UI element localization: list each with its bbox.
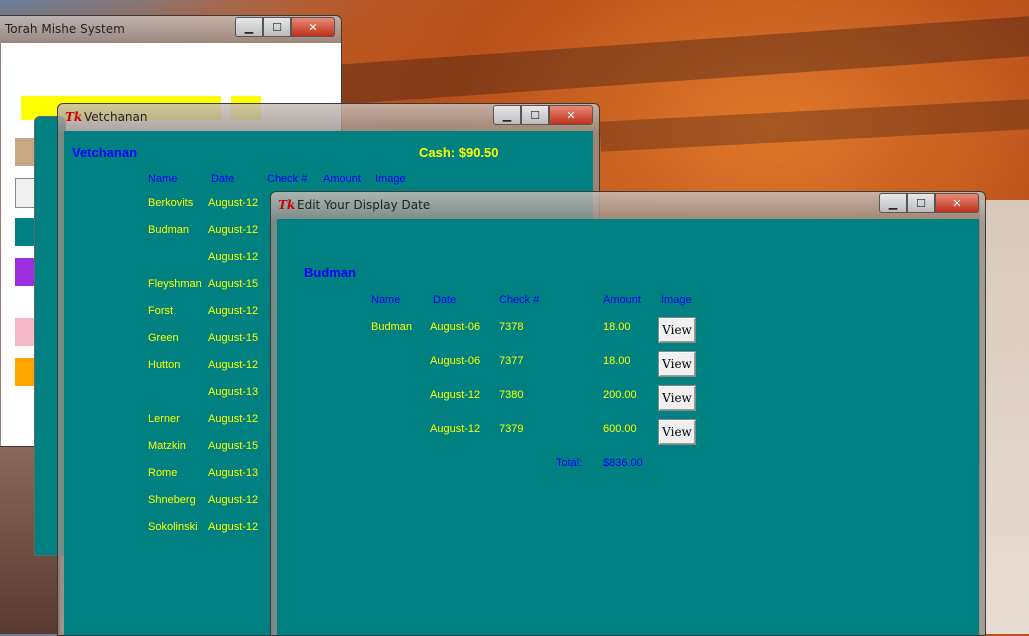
col-header-amount: Amount xyxy=(323,173,361,185)
row-date: August-12 xyxy=(208,521,259,533)
row-date: August-12 xyxy=(208,413,259,425)
maximize-button[interactable]: ☐ xyxy=(521,105,549,125)
row-amount: 600.00 xyxy=(603,423,637,435)
desktop-rock xyxy=(339,15,1029,105)
col-header-name: Name xyxy=(371,294,401,306)
row-date: August-13 xyxy=(208,386,259,398)
row-date: August-12 xyxy=(430,389,481,401)
row-check: 7377 xyxy=(499,355,524,367)
row-name[interactable]: Sokolinski xyxy=(148,521,198,533)
row-date: August-06 xyxy=(430,355,481,367)
col-header-check: Check # xyxy=(267,173,308,185)
maximize-button[interactable]: ☐ xyxy=(907,193,935,213)
row-name[interactable]: Hutton xyxy=(148,359,180,371)
col-header-image: Image xyxy=(375,173,406,185)
row-date: August-12 xyxy=(208,494,259,506)
total-label: Total: xyxy=(556,457,583,469)
desktop-sky xyxy=(980,200,1029,634)
row-date: August-06 xyxy=(430,321,481,333)
col-header-check: Check # xyxy=(499,294,540,306)
edit-window-title: Edit Your Display Date xyxy=(297,198,431,212)
row-name[interactable]: Forst xyxy=(148,305,173,317)
edit-panel: Budman Name Date Check # Amount Image Bu… xyxy=(277,219,979,635)
minimize-button[interactable]: ▁ xyxy=(235,17,263,37)
vetchanan-window-title: Vetchanan xyxy=(84,110,148,124)
edit-window-titlebar[interactable]: Tk Edit Your Display Date ▁ ☐ ✕ xyxy=(271,192,985,218)
row-name[interactable]: Budman xyxy=(148,224,189,236)
row-name[interactable]: Berkovits xyxy=(148,197,193,209)
close-button[interactable]: ✕ xyxy=(291,17,335,37)
row-name[interactable]: Rome xyxy=(148,467,177,479)
maximize-button[interactable]: ☐ xyxy=(263,17,291,37)
row-date: August-12 xyxy=(208,197,259,209)
row-date: August-15 xyxy=(208,278,259,290)
row-date: August-12 xyxy=(208,251,259,263)
row-date: August-12 xyxy=(208,224,259,236)
row-check: 7379 xyxy=(499,423,524,435)
cash-total: Cash: $90.50 xyxy=(419,145,499,160)
total-value: $836.00 xyxy=(603,457,643,469)
row-check: 7378 xyxy=(499,321,524,333)
row-date: August-15 xyxy=(208,440,259,452)
row-date: August-13 xyxy=(208,467,259,479)
vetchanan-window-titlebar[interactable]: Tk Vetchanan ▁ ☐ ✕ xyxy=(58,104,599,130)
row-check: 7380 xyxy=(499,389,524,401)
row-date: August-12 xyxy=(208,305,259,317)
row-date: August-12 xyxy=(208,359,259,371)
list-heading: Vetchanan xyxy=(72,145,138,160)
row-name[interactable]: Shneberg xyxy=(148,494,196,506)
row-amount: 18.00 xyxy=(603,321,631,333)
close-button[interactable]: ✕ xyxy=(935,193,979,213)
view-image-button[interactable]: View xyxy=(658,351,696,377)
member-heading: Budman xyxy=(304,265,356,280)
minimize-button[interactable]: ▁ xyxy=(879,193,907,213)
row-name[interactable]: Fleyshman xyxy=(148,278,202,290)
col-header-amount: Amount xyxy=(603,294,641,306)
col-header-date: Date xyxy=(433,294,457,306)
row-name[interactable]: Lerner xyxy=(148,413,180,425)
row-date: August-12 xyxy=(430,423,481,435)
row-name: Budman xyxy=(371,321,412,333)
main-window-title: Torah Mishe System xyxy=(5,22,125,36)
col-header-date: Date xyxy=(211,173,235,185)
tk-app-icon: Tk xyxy=(278,198,296,212)
desktop-rock xyxy=(599,98,1029,152)
row-name[interactable]: Green xyxy=(148,332,179,344)
row-name[interactable]: Matzkin xyxy=(148,440,186,452)
col-header-name: Name xyxy=(148,173,178,185)
minimize-button[interactable]: ▁ xyxy=(493,105,521,125)
row-amount: 200.00 xyxy=(603,389,637,401)
close-button[interactable]: ✕ xyxy=(549,105,593,125)
main-window-titlebar[interactable]: Torah Mishe System ▁ ☐ ✕ xyxy=(0,16,341,42)
edit-display-date-window[interactable]: Tk Edit Your Display Date ▁ ☐ ✕ Budman N… xyxy=(270,191,986,636)
view-image-button[interactable]: View xyxy=(658,317,696,343)
view-image-button[interactable]: View xyxy=(658,419,696,445)
view-image-button[interactable]: View xyxy=(658,385,696,411)
row-date: August-15 xyxy=(208,332,259,344)
col-header-image: Image xyxy=(661,294,692,306)
tk-app-icon: Tk xyxy=(65,110,83,124)
row-amount: 18.00 xyxy=(603,355,631,367)
